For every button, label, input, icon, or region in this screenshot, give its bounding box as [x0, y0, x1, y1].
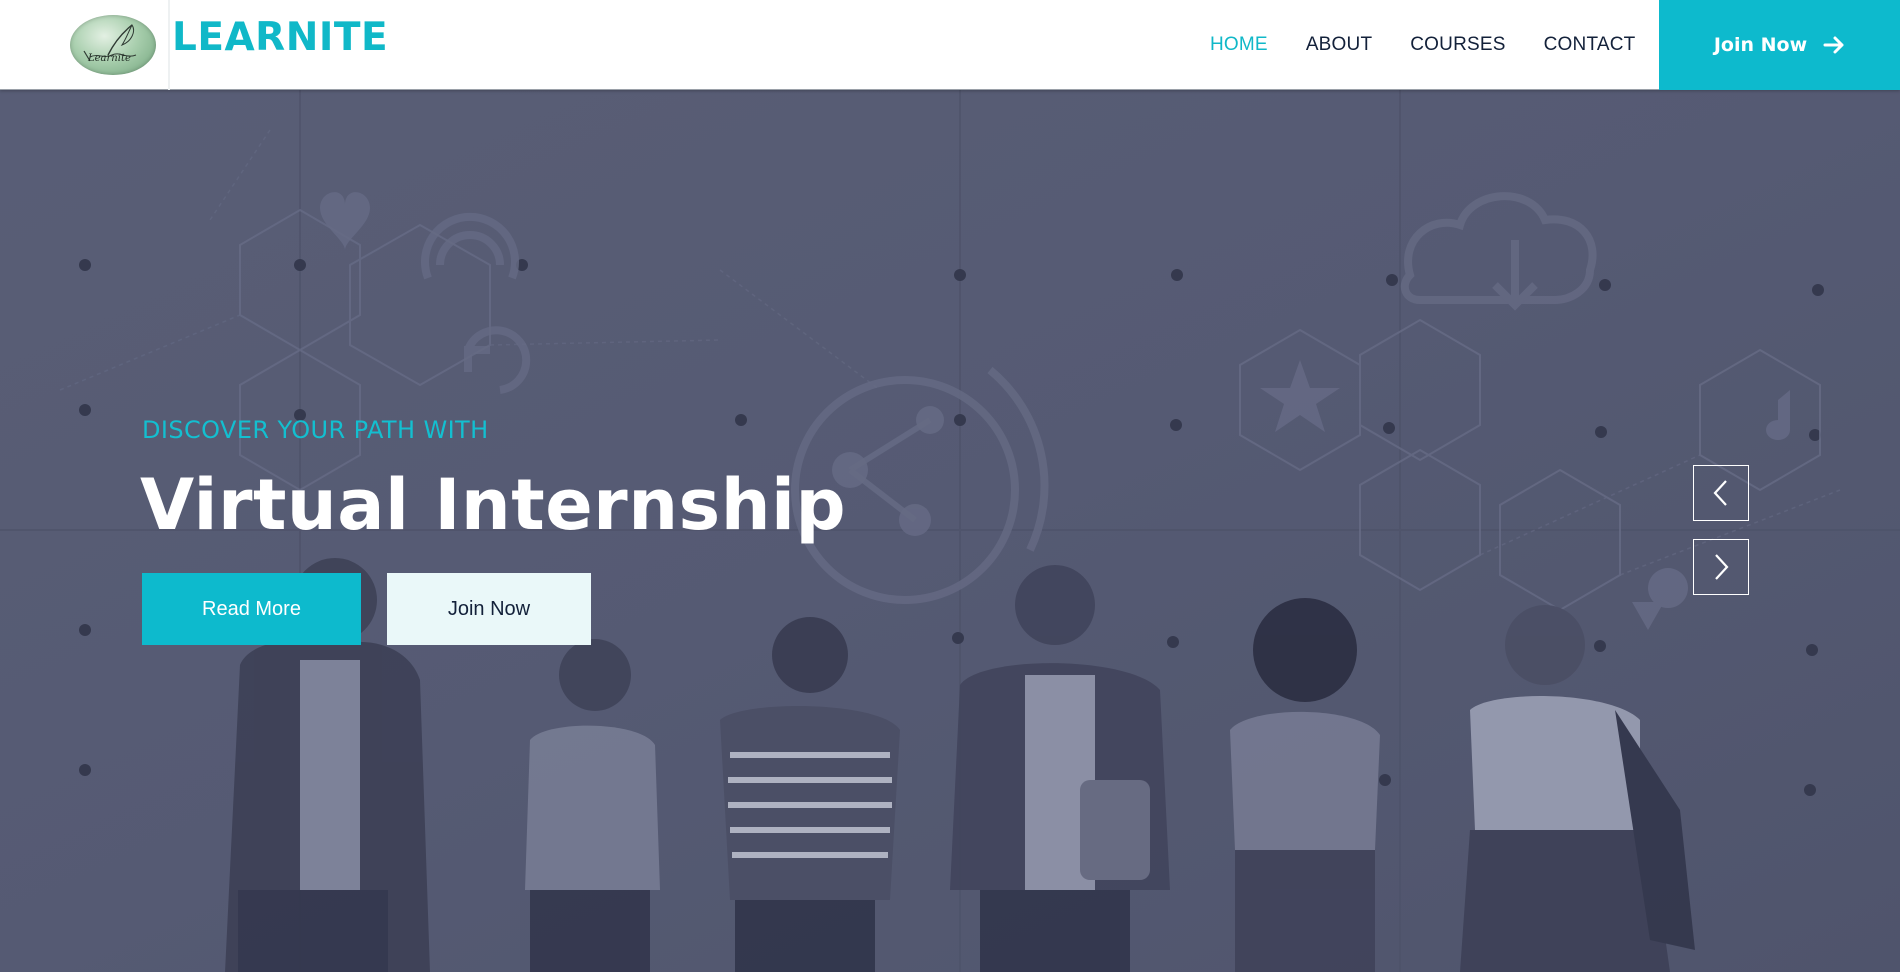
nav-item-home[interactable]: HOME: [1210, 34, 1268, 56]
brand-name[interactable]: LEARNITE: [172, 14, 388, 62]
hero-title: Virtual Internship: [140, 464, 847, 546]
chevron-right-icon: [1715, 554, 1729, 580]
hero-slider: DISCOVER YOUR PATH WITH Virtual Internsh…: [0, 90, 1900, 972]
chevron-left-icon: [1713, 480, 1727, 506]
slider-prev-button[interactable]: [1693, 465, 1749, 521]
arrow-right-icon: [1823, 36, 1844, 54]
nav-item-about[interactable]: ABOUT: [1306, 34, 1372, 56]
read-more-button[interactable]: Read More: [142, 573, 361, 645]
header-join-now-button[interactable]: Join Now: [1659, 0, 1900, 90]
main-nav: HOME ABOUT COURSES CONTACT: [1210, 0, 1635, 90]
slider-next-button[interactable]: [1693, 539, 1749, 595]
site-header: Learnite LEARNITE HOME ABOUT COURSES CON…: [0, 0, 1900, 90]
logo-divider: [168, 0, 170, 90]
nav-item-contact[interactable]: CONTACT: [1544, 34, 1636, 56]
brand-logo[interactable]: Learnite: [70, 15, 156, 75]
logo-text: Learnite: [88, 53, 131, 64]
feather-pen-icon: [83, 24, 137, 62]
nav-item-courses[interactable]: COURSES: [1410, 34, 1505, 56]
join-now-button[interactable]: Join Now: [387, 573, 591, 645]
header-join-now-label: Join Now: [1713, 34, 1808, 56]
hero-eyebrow: DISCOVER YOUR PATH WITH: [142, 416, 489, 444]
